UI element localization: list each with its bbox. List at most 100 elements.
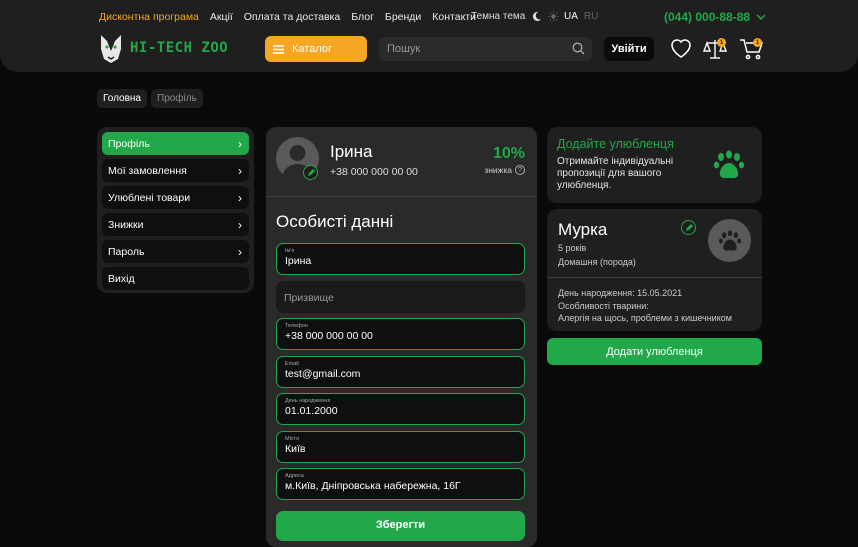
sidebar-item-label: Знижки [108,218,144,231]
moon-icon[interactable] [531,11,542,22]
cart-count-badge: 1 [753,38,762,47]
field-value: м.Київ, Дніпровська набережна, 16Г [285,480,461,492]
last-name-field[interactable]: Призвище [276,281,525,313]
pencil-icon [307,168,315,176]
sidebar-item-label: Улюблені товари [108,191,191,204]
field-value: test@gmail.com [285,368,361,380]
phone-dropdown[interactable]: (044) 000-88-88 [664,10,766,24]
save-button[interactable]: Зберегти [276,511,525,541]
city-field[interactable]: Місто Київ [276,431,525,463]
field-value: 01.01.2000 [285,405,338,417]
profile-header: Ірина +38 000 000 00 00 10% знижка? [266,127,537,197]
language-switcher: UA RU [564,11,598,22]
lang-ua[interactable]: UA [564,11,578,22]
sun-icon[interactable] [548,11,559,22]
add-pet-promo: Додайте улюбленця Отримайте індивідуальн… [547,127,762,203]
field-label: Місто [285,436,300,442]
pet-name: Мурка [558,220,608,239]
heart-icon[interactable] [669,37,693,59]
edit-pet-button[interactable] [681,220,696,235]
logo-text: HI-TECH ZOO [130,40,229,56]
sidebar-item-logout[interactable]: Вихід [102,267,249,290]
profile-sidebar: Профіль › Мої замовлення › Улюблені товари… [97,127,254,293]
pet-birthday: День народження: 15.05.2021 [558,288,683,298]
discount-label: знижка [484,165,512,175]
discount-info: 10% знижка? [484,145,525,175]
discount-percent: 10% [492,145,525,162]
nav-link-promotions[interactable]: Акції [210,11,233,23]
field-placeholder: Призвище [284,292,334,304]
phone-number: (044) 000-88-88 [664,10,751,24]
top-navigation: Дисконтна програма Акції Оплата та доста… [99,11,476,23]
field-value: +38 000 000 00 00 [285,330,373,342]
add-pet-button[interactable]: Додати улюбленця [547,338,762,365]
pet-features-label: Особливості тварини: [558,301,649,311]
header: Дисконтна програма Акції Оплата та доста… [0,0,858,72]
field-label: Email [285,361,299,367]
field-label: Ім'я [285,248,295,254]
field-value: Київ [285,443,306,455]
logo[interactable]: HI-TECH ZOO [98,33,228,63]
sidebar-item-profile[interactable]: Профіль › [102,132,249,155]
chevron-right-icon: › [238,217,242,232]
field-label: День народження [285,398,331,404]
pencil-icon [685,223,693,231]
address-field[interactable]: Адреса м.Київ, Дніпровська набережна, 16… [276,468,525,500]
nav-link-delivery[interactable]: Оплата та доставка [244,11,340,23]
theme-label: Темна тема [471,11,526,22]
help-icon[interactable]: ? [515,165,525,175]
search-icon[interactable] [572,42,585,55]
field-label: Адреса [285,473,304,479]
breadcrumb-current: Профіль [151,89,203,108]
dog-logo-icon [101,35,121,63]
chevron-right-icon: › [238,244,242,259]
chevron-right-icon: › [238,136,242,151]
sidebar-item-label: Мої замовлення [108,164,187,177]
profile-name: Ірина [330,142,373,161]
phone-field[interactable]: Телефон +38 000 000 00 00 [276,318,525,350]
birthday-field[interactable]: День народження 01.01.2000 [276,393,525,425]
chevron-right-icon: › [238,163,242,178]
sidebar-item-label: Профіль [108,137,150,150]
personal-data-panel: Ірина +38 000 000 00 00 10% знижка? Особ… [266,127,537,547]
pet-age: 5 років [558,243,587,253]
nav-link-discount[interactable]: Дисконтна програма [99,11,199,23]
menu-icon [273,44,284,54]
add-pet-title: Додайте улюбленця [557,137,674,151]
search-input[interactable] [379,37,592,61]
chevron-right-icon: › [238,190,242,205]
sidebar-item-orders[interactable]: Мої замовлення › [102,159,249,182]
section-title: Особисті данні [276,212,394,231]
lang-ru[interactable]: RU [584,11,598,22]
first-name-field[interactable]: Ім'я Ірина [276,243,525,275]
breadcrumb-home[interactable]: Головна [97,89,147,108]
pet-card: Мурка 5 років Домашня (порода) День наро… [547,209,762,331]
login-button[interactable]: Увійти [604,37,654,61]
sidebar-item-label: Пароль [108,245,145,258]
pet-breed: Домашня (порода) [558,257,636,267]
nav-link-blog[interactable]: Блог [351,11,374,23]
paw-icon [713,150,745,179]
sidebar-item-password[interactable]: Пароль › [102,240,249,263]
email-field[interactable]: Email test@gmail.com [276,356,525,388]
pet-features: Алергія на щось, проблеми з кишечником [558,313,732,323]
breadcrumb: Головна Профіль [97,89,203,108]
nav-link-brands[interactable]: Бренди [385,11,421,23]
divider [547,277,762,278]
field-label: Телефон [285,323,308,329]
catalog-button[interactable]: Каталог [265,36,367,62]
sidebar-item-favorites[interactable]: Улюблені товари › [102,186,249,209]
chevron-down-icon [756,14,766,20]
paw-icon [718,229,741,251]
catalog-label: Каталог [292,43,332,55]
field-value: Ірина [285,255,312,267]
sidebar-item-discounts[interactable]: Знижки › [102,213,249,236]
nav-link-contacts[interactable]: Контакти [432,11,476,23]
compare-count-badge: 1 [717,38,726,47]
theme-toggle[interactable]: Темна тема [471,11,559,22]
edit-avatar-button[interactable] [303,165,318,180]
add-pet-description: Отримайте індивідуальні пропозиції для в… [557,156,674,191]
profile-phone: +38 000 000 00 00 [330,166,418,178]
sidebar-item-label: Вихід [108,272,135,285]
pet-avatar [708,219,751,262]
